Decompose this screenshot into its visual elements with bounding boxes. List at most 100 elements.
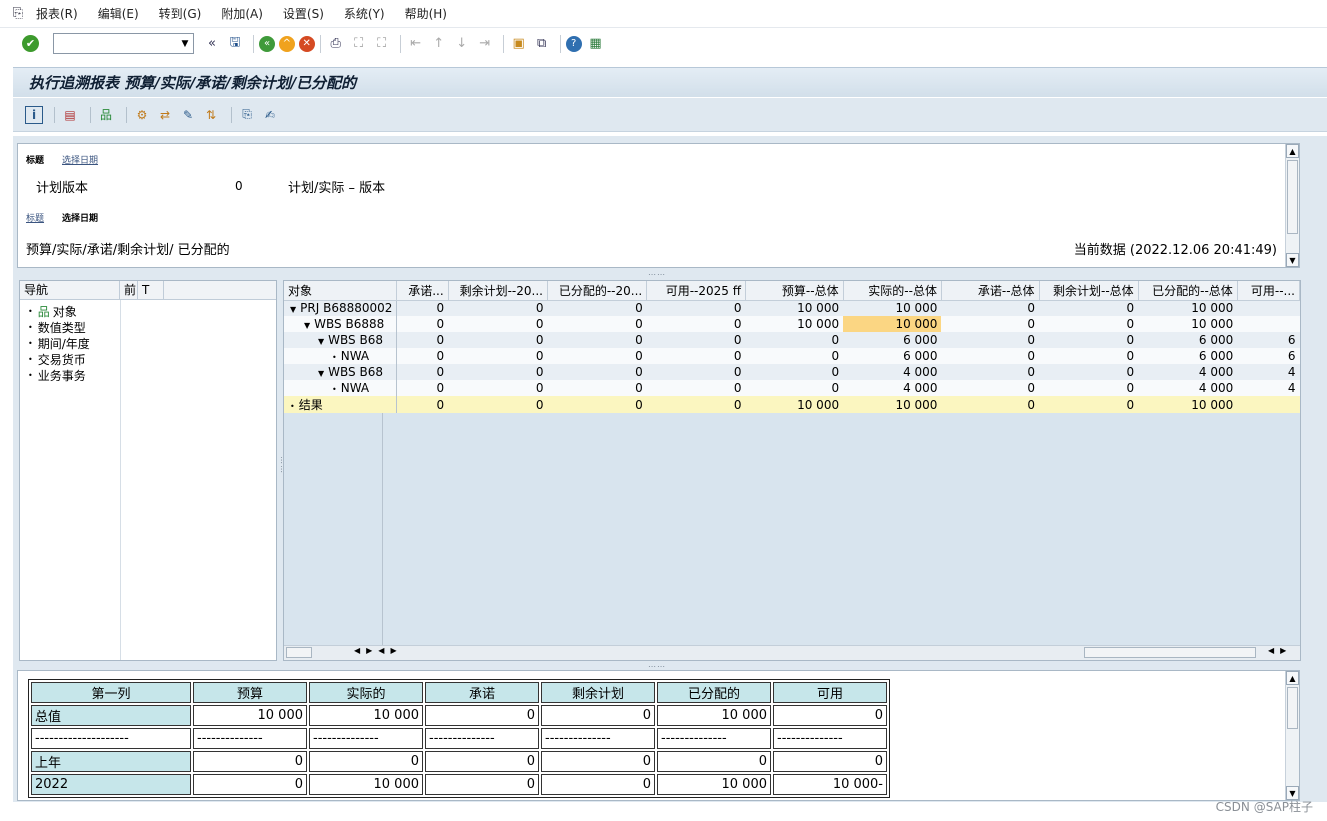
value-cell[interactable]: 0 <box>547 396 647 413</box>
expand-toggle-icon[interactable]: ▼ <box>318 369 324 378</box>
change-icon[interactable]: ✍ <box>261 106 279 124</box>
header-vertical-scrollbar[interactable]: ▲ ▼ <box>1285 144 1299 267</box>
command-field[interactable]: ▼ <box>53 33 194 54</box>
last-page-icon[interactable]: ⇥ <box>475 34 495 54</box>
grid-horizontal-scrollbar[interactable]: ◀▶◀▶ ◀▶ <box>284 645 1300 660</box>
hierarchy-icon[interactable]: 品 <box>97 106 115 124</box>
find-icon[interactable]: ⛶ <box>349 34 369 54</box>
menu-report[interactable]: 报表(R) <box>36 5 78 22</box>
value-cell[interactable]: 0 <box>646 332 746 348</box>
chevron-down-icon[interactable]: ▼ <box>177 34 193 53</box>
grid-column-header[interactable]: 可用--2025 ff <box>646 281 746 301</box>
value-cell[interactable]: 4 000 <box>843 364 942 380</box>
object-cell[interactable]: • 结果 <box>284 396 398 413</box>
object-cell[interactable]: ▼ WBS B6888 <box>284 316 398 332</box>
value-cell[interactable]: 0 <box>646 396 746 413</box>
value-cell[interactable]: 0 <box>448 300 548 316</box>
new-session-icon[interactable]: ▣ <box>509 34 529 54</box>
value-cell[interactable]: 0 <box>941 396 1040 413</box>
menu-help[interactable]: 帮助(H) <box>405 5 447 22</box>
value-cell[interactable]: 10 000 <box>745 396 844 413</box>
grid-column-header[interactable]: 可用--... <box>1237 281 1301 301</box>
value-cell[interactable]: 6 000 <box>843 348 942 364</box>
tab-title-link[interactable]: 标题 <box>26 211 44 224</box>
scroll-thumb[interactable] <box>1287 160 1298 234</box>
value-cell[interactable]: 0 <box>547 300 647 316</box>
scroll-thumb[interactable] <box>286 647 312 658</box>
nav-item-object[interactable]: • 品对象 <box>28 303 77 320</box>
value-cell[interactable]: 0 <box>547 380 647 396</box>
value-cell[interactable]: 0 <box>448 364 548 380</box>
grid-column-header[interactable]: 已分配的--20... <box>547 281 648 301</box>
value-cell[interactable]: 4 000 <box>1138 380 1238 396</box>
grid-column-header[interactable]: 剩余计划--20... <box>448 281 548 301</box>
value-cell[interactable]: 0 <box>745 348 844 364</box>
back-icon[interactable]: « <box>259 35 275 52</box>
summary-vertical-scrollbar[interactable]: ▲ ▼ <box>1285 671 1299 800</box>
value-cell[interactable]: 0 <box>1039 332 1139 348</box>
value-cell[interactable] <box>1237 316 1300 332</box>
value-cell[interactable]: 0 <box>547 348 647 364</box>
exit-circle-icon[interactable]: ^ <box>278 35 295 52</box>
value-cell[interactable]: 0 <box>646 300 746 316</box>
object-cell[interactable]: ▼ PRJ B68880002 <box>284 300 398 316</box>
value-cell[interactable]: 0 <box>941 332 1040 348</box>
layout-menu-icon[interactable]: ▦ <box>585 34 605 54</box>
value-cell[interactable] <box>1237 396 1300 413</box>
value-cell[interactable]: 0 <box>396 348 449 364</box>
print-icon[interactable]: ⎙ <box>326 34 346 54</box>
grid-column-header[interactable]: 预算--总体 <box>745 281 844 301</box>
value-cell[interactable]: 6 <box>1237 348 1300 364</box>
table-row[interactable]: • NWA 0 0 0 0 0 4 000 0 0 4 000 4 <box>284 380 1300 396</box>
table-row[interactable]: • 结果 0 0 0 0 10 000 10 000 0 0 10 000 <box>284 396 1300 413</box>
value-cell[interactable]: 0 <box>448 316 548 332</box>
menu-edit[interactable]: 编辑(E) <box>98 5 139 22</box>
previous-page-icon[interactable]: ↑ <box>429 34 449 54</box>
value-cell[interactable]: 0 <box>396 396 449 413</box>
object-cell[interactable]: • NWA <box>284 380 398 396</box>
value-cell[interactable]: 4 <box>1237 380 1300 396</box>
grid-column-header[interactable]: 承诺--总体 <box>941 281 1040 301</box>
scroll-arrows-icon[interactable]: ◀▶ <box>1268 646 1292 655</box>
value-cell[interactable]: 0 <box>448 396 548 413</box>
splitter-grip[interactable]: ⋯⋯ <box>648 270 666 279</box>
value-cell[interactable]: 0 <box>448 332 548 348</box>
object-cell[interactable]: ▼ WBS B68 <box>284 332 398 348</box>
variant-icon[interactable]: ▤ <box>61 106 79 124</box>
scroll-arrows-icon[interactable]: ◀▶◀▶ <box>354 646 403 655</box>
menu-system[interactable]: 系统(Y) <box>344 5 385 22</box>
value-cell[interactable]: 0 <box>1039 380 1139 396</box>
value-cell[interactable]: 0 <box>396 316 449 332</box>
value-cell[interactable]: 0 <box>646 364 746 380</box>
menu-settings[interactable]: 设置(S) <box>283 5 324 22</box>
nav-item-period-year[interactable]: • 期间/年度 <box>28 335 90 352</box>
nav-column-header[interactable]: 前 <box>120 281 138 299</box>
first-page-icon[interactable]: ⇤ <box>406 34 426 54</box>
value-cell[interactable]: 0 <box>646 316 746 332</box>
value-cell[interactable]: 4 000 <box>1138 364 1238 380</box>
sort-icon[interactable]: ⇅ <box>202 106 220 124</box>
grid-column-header[interactable]: 承诺... <box>396 281 449 301</box>
value-cell[interactable]: 0 <box>1039 348 1139 364</box>
value-cell[interactable]: 0 <box>396 364 449 380</box>
nav-item-transaction-currency[interactable]: • 交易货币 <box>28 351 86 368</box>
scroll-down-icon[interactable]: ▼ <box>1286 253 1299 267</box>
table-row[interactable]: ▼ PRJ B68880002 0 0 0 0 10 000 10 000 0 0 10 000 <box>284 300 1300 316</box>
grid-column-header[interactable]: 已分配的--总体 <box>1138 281 1238 301</box>
value-cell[interactable]: 0 <box>448 348 548 364</box>
nav-column-header[interactable]: 导航 <box>20 281 120 299</box>
info-icon[interactable]: i <box>25 105 43 124</box>
value-cell[interactable]: 4 000 <box>843 380 942 396</box>
value-cell[interactable]: 6 <box>1237 332 1300 348</box>
value-cell[interactable]: 10 000 <box>745 316 844 332</box>
value-cell[interactable]: 0 <box>1039 364 1139 380</box>
scroll-thumb[interactable] <box>1287 687 1298 729</box>
value-cell[interactable]: 0 <box>396 332 449 348</box>
value-cell[interactable]: 10 000 <box>843 300 942 316</box>
value-cell[interactable]: 0 <box>547 332 647 348</box>
grid-column-header[interactable]: 剩余计划--总体 <box>1039 281 1139 301</box>
value-cell[interactable]: 0 <box>646 348 746 364</box>
grid-column-header[interactable]: 实际的--总体 <box>843 281 942 301</box>
value-cell[interactable]: 10 000 <box>1138 300 1238 316</box>
find-next-icon[interactable]: ⛶ <box>372 34 392 54</box>
